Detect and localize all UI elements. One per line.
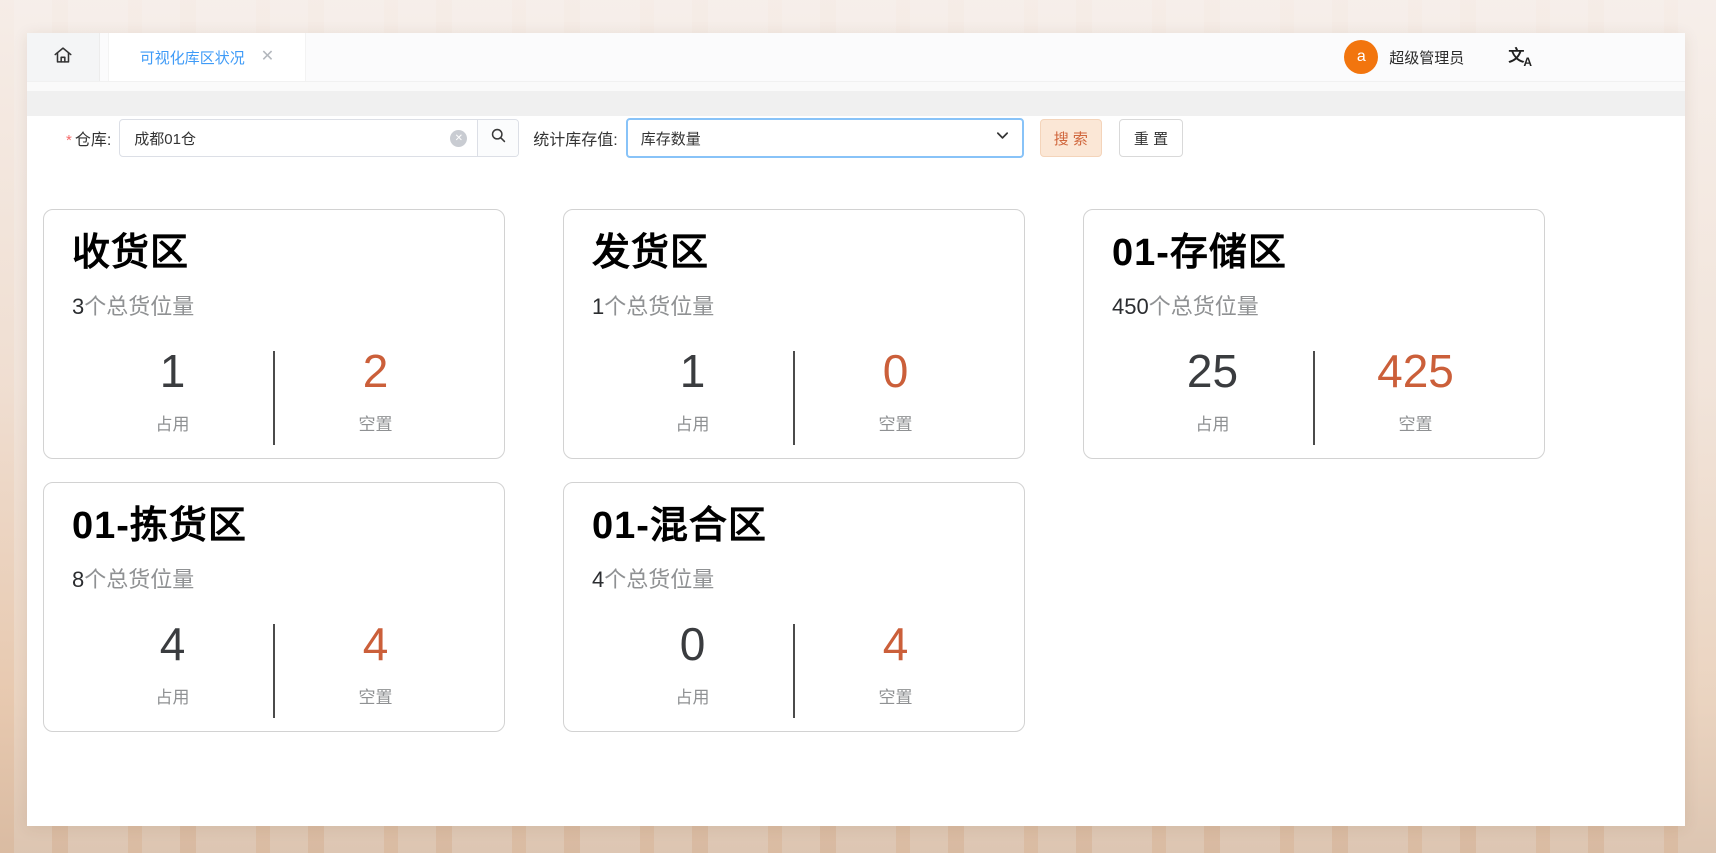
home-tab-button[interactable] [27,33,100,81]
zone-total-number: 8 [72,567,84,592]
vacant-count: 2 [275,347,476,395]
tab-title: 可视化库区状况 [140,47,245,68]
zone-card[interactable]: 发货区 1个总货位量 1 占用 0 空置 [563,209,1025,459]
occupied-count: 25 [1112,347,1313,395]
zone-total-suffix: 个总货位量 [1149,294,1259,319]
tabbar-content-divider [27,91,1685,116]
warehouse-label: 仓库: [75,126,111,150]
occupied-label: 占用 [72,683,273,708]
vacant-count: 4 [275,620,476,668]
stat-value-label: 统计库存值: [533,126,617,150]
warehouse-input-group: 成都01仓 ✕ [119,119,519,157]
occupied-count: 0 [592,620,793,668]
vacant-count: 0 [795,347,996,395]
zone-total-number: 1 [592,294,604,319]
occupied-cell: 4 占用 [72,620,273,718]
vacant-cell: 2 空置 [275,347,476,445]
zone-card[interactable]: 01-混合区 4个总货位量 0 占用 4 空置 [563,482,1025,732]
user-name[interactable]: 超级管理员 [1389,47,1464,68]
user-area: a 超级管理员 文A [1344,33,1685,81]
main-content: * 仓库: 成都01仓 ✕ 统计库存值: 库 [27,116,1685,826]
chevron-down-icon [995,128,1010,148]
vacant-label: 空置 [795,683,996,708]
tab-bar-inner: 可视化库区状况 ✕ a 超级管理员 文A [27,33,1685,82]
occupied-label: 占用 [592,410,793,435]
vacant-cell: 425 空置 [1315,347,1516,445]
zone-stats: 1 占用 0 空置 [592,347,996,445]
zone-title: 发货区 [592,232,996,276]
zone-total-number: 3 [72,294,84,319]
avatar[interactable]: a [1344,40,1378,74]
vacant-label: 空置 [795,410,996,435]
zone-card[interactable]: 01-存储区 450个总货位量 25 占用 425 空置 [1083,209,1545,459]
zone-stats: 1 占用 2 空置 [72,347,476,445]
zone-total-slots: 8个总货位量 [72,562,476,594]
tab-close-icon[interactable]: ✕ [261,49,274,65]
occupied-count: 1 [592,347,793,395]
filter-row: * 仓库: 成都01仓 ✕ 统计库存值: 库 [66,118,1685,158]
occupied-cell: 0 占用 [592,620,793,718]
warehouse-input-value: 成都01仓 [134,128,196,149]
vacant-label: 空置 [275,683,476,708]
zone-total-slots: 4个总货位量 [592,562,996,594]
zone-title: 收货区 [72,232,476,276]
card-grid: 收货区 3个总货位量 1 占用 2 空置 发货区 1个总货位量 1 占用 [35,209,1595,732]
zone-stats: 25 占用 425 空置 [1112,347,1516,445]
occupied-count: 1 [72,347,273,395]
required-asterisk: * [66,132,72,149]
vacant-label: 空置 [1315,410,1516,435]
zone-title: 01-拣货区 [72,505,476,549]
vacant-cell: 4 空置 [795,620,996,718]
zone-card[interactable]: 收货区 3个总货位量 1 占用 2 空置 [43,209,505,459]
zone-title: 01-存储区 [1112,232,1516,276]
occupied-label: 占用 [1112,410,1313,435]
search-icon [490,127,507,149]
language-switch-icon[interactable]: 文A [1508,49,1533,65]
vacant-label: 空置 [275,410,476,435]
zone-total-number: 450 [1112,294,1149,319]
zone-total-number: 4 [592,567,604,592]
zone-total-suffix: 个总货位量 [84,567,194,592]
clear-input-icon[interactable]: ✕ [450,130,467,147]
tab-bar-spacer [306,33,1344,81]
home-icon [52,44,74,71]
tab-warehouse-zone-status[interactable]: 可视化库区状况 ✕ [108,33,306,81]
vacant-count: 4 [795,620,996,668]
reset-button[interactable]: 重 置 [1119,119,1183,157]
zone-total-slots: 1个总货位量 [592,289,996,321]
zone-total-slots: 450个总货位量 [1112,289,1516,321]
stat-value-selected: 库存数量 [641,128,701,149]
occupied-cell: 1 占用 [72,347,273,445]
vacant-count: 425 [1315,347,1516,395]
vacant-cell: 0 空置 [795,347,996,445]
app-panel: 可视化库区状况 ✕ a 超级管理员 文A * 仓库: 成都01仓 ✕ [27,33,1685,826]
zone-card[interactable]: 01-拣货区 8个总货位量 4 占用 4 空置 [43,482,505,732]
zone-title: 01-混合区 [592,505,996,549]
warehouse-input[interactable]: 成都01仓 ✕ [120,120,477,156]
zone-total-suffix: 个总货位量 [84,294,194,319]
occupied-cell: 25 占用 [1112,347,1313,445]
zone-total-slots: 3个总货位量 [72,289,476,321]
zone-total-suffix: 个总货位量 [604,294,714,319]
zone-stats: 0 占用 4 空置 [592,620,996,718]
stat-value-select[interactable]: 库存数量 [626,118,1024,158]
tab-bar: 可视化库区状况 ✕ a 超级管理员 文A [27,33,1685,91]
zone-total-suffix: 个总货位量 [604,567,714,592]
occupied-cell: 1 占用 [592,347,793,445]
search-button[interactable]: 搜 索 [1040,119,1102,157]
occupied-label: 占用 [592,683,793,708]
zone-stats: 4 占用 4 空置 [72,620,476,718]
warehouse-lookup-button[interactable] [477,120,518,156]
vacant-cell: 4 空置 [275,620,476,718]
occupied-count: 4 [72,620,273,668]
occupied-label: 占用 [72,410,273,435]
